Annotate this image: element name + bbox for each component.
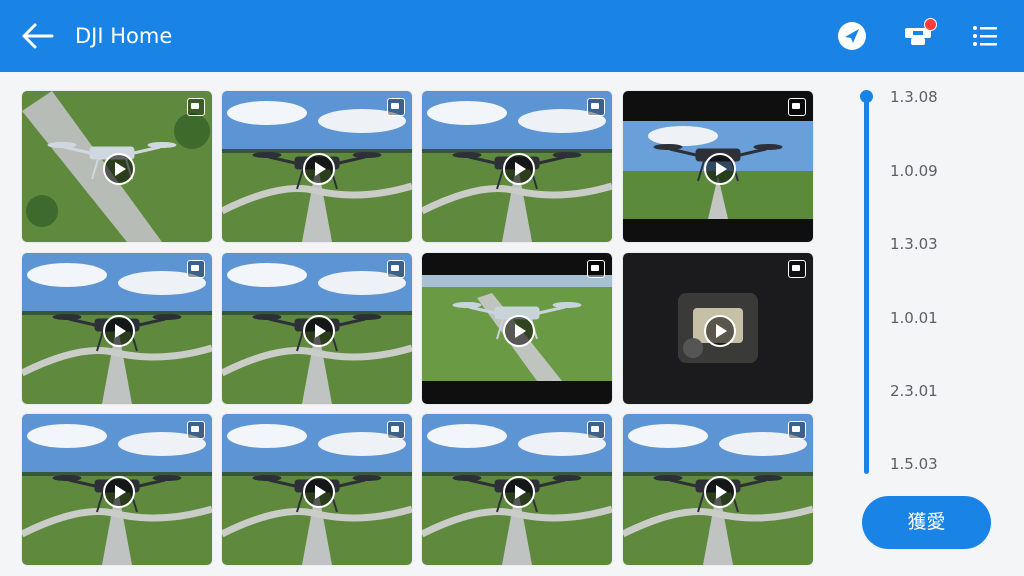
send-icon[interactable] bbox=[836, 20, 868, 52]
video-thumbnail[interactable] bbox=[422, 91, 612, 242]
play-icon[interactable] bbox=[303, 475, 335, 508]
timeline-version[interactable]: 1.3.03 bbox=[890, 234, 938, 254]
media-type-icon bbox=[587, 421, 605, 439]
page-title: DJI Home bbox=[75, 24, 173, 48]
media-type-icon bbox=[788, 421, 806, 439]
video-thumbnail[interactable] bbox=[222, 91, 412, 242]
play-icon[interactable] bbox=[503, 152, 535, 185]
play-icon[interactable] bbox=[704, 314, 736, 347]
play-icon[interactable] bbox=[503, 475, 535, 508]
play-icon[interactable] bbox=[503, 314, 535, 347]
timeline-version[interactable]: 1.0.01 bbox=[890, 308, 938, 328]
play-icon[interactable] bbox=[103, 314, 135, 347]
media-type-icon bbox=[187, 260, 205, 278]
video-thumbnail[interactable] bbox=[22, 91, 212, 242]
media-type-icon bbox=[788, 98, 806, 116]
media-type-icon bbox=[387, 98, 405, 116]
timeline-version[interactable]: 1.0.09 bbox=[890, 161, 938, 181]
video-thumbnail[interactable] bbox=[623, 91, 813, 242]
media-type-icon bbox=[387, 260, 405, 278]
media-type-icon bbox=[587, 98, 605, 116]
notification-dot bbox=[924, 18, 937, 31]
timeline-version[interactable]: 1.5.03 bbox=[890, 454, 938, 474]
media-type-icon bbox=[788, 260, 806, 278]
video-thumbnail[interactable] bbox=[623, 253, 813, 404]
action-button[interactable]: 獲愛 bbox=[862, 496, 991, 549]
video-thumbnail[interactable] bbox=[22, 253, 212, 404]
video-thumbnail[interactable] bbox=[222, 253, 412, 404]
timeline-version[interactable]: 2.3.01 bbox=[890, 381, 938, 401]
play-icon[interactable] bbox=[303, 314, 335, 347]
drone-notification-icon[interactable] bbox=[902, 18, 937, 52]
timeline-knob[interactable] bbox=[860, 90, 873, 103]
video-thumbnail[interactable] bbox=[222, 414, 412, 565]
play-icon[interactable] bbox=[303, 152, 335, 185]
media-type-icon bbox=[187, 421, 205, 439]
play-icon[interactable] bbox=[704, 152, 736, 185]
media-type-icon bbox=[387, 421, 405, 439]
video-thumbnail[interactable] bbox=[422, 414, 612, 565]
version-timeline-track[interactable] bbox=[864, 94, 869, 474]
timeline-version[interactable]: 1.3.08 bbox=[890, 87, 938, 107]
video-thumbnail[interactable] bbox=[422, 253, 612, 404]
media-type-icon bbox=[587, 260, 605, 278]
play-icon[interactable] bbox=[704, 475, 736, 508]
list-menu-icon[interactable] bbox=[969, 20, 1001, 52]
top-bar: DJI Home bbox=[0, 0, 1024, 72]
video-thumbnail[interactable] bbox=[623, 414, 813, 565]
back-arrow-icon[interactable] bbox=[20, 20, 56, 52]
video-gallery-grid bbox=[22, 91, 818, 565]
play-icon[interactable] bbox=[103, 152, 135, 185]
media-type-icon bbox=[187, 98, 205, 116]
play-icon[interactable] bbox=[103, 475, 135, 508]
video-thumbnail[interactable] bbox=[22, 414, 212, 565]
